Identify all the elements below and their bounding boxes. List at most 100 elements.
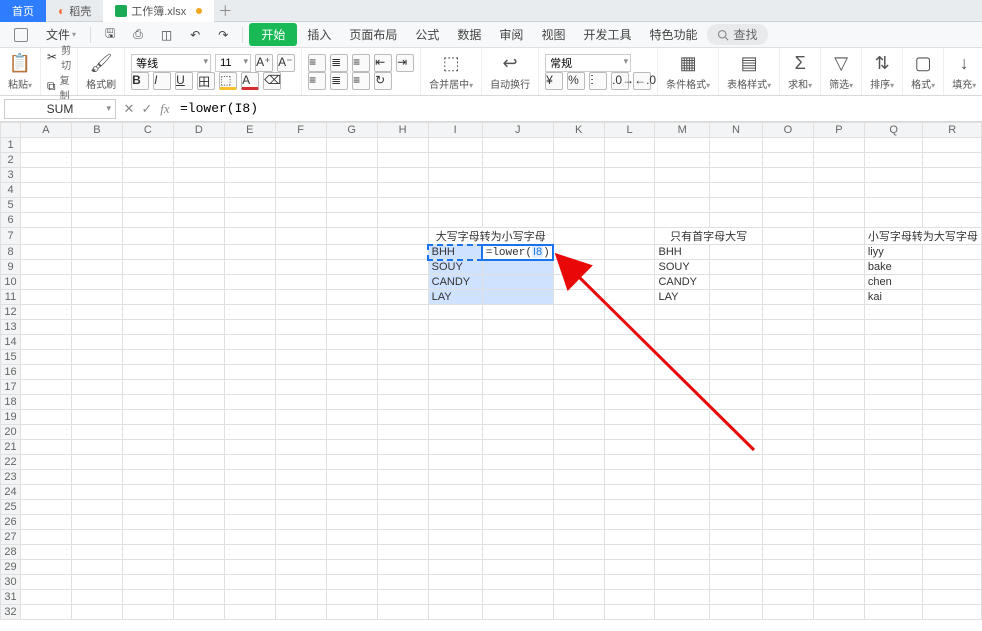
cell-Q5[interactable] (864, 198, 923, 213)
cell-Q28[interactable] (864, 545, 923, 560)
cell-L2[interactable] (604, 153, 655, 168)
cell-Q6[interactable] (864, 213, 923, 228)
cell-H19[interactable] (377, 410, 428, 425)
cell-J23[interactable] (482, 470, 553, 485)
cell-Q8[interactable]: liyy (864, 245, 923, 260)
cell-O9[interactable] (762, 260, 813, 275)
row-header-27[interactable]: 27 (1, 530, 21, 545)
row-header-31[interactable]: 31 (1, 590, 21, 605)
cell-B13[interactable] (71, 320, 122, 335)
row-header-19[interactable]: 19 (1, 410, 21, 425)
cell-E7[interactable] (224, 228, 275, 245)
cell-N22[interactable] (709, 455, 762, 470)
filter-button[interactable]: ▽ 筛选▾ (821, 48, 862, 95)
col-header-D[interactable]: D (173, 123, 224, 138)
cell-L10[interactable] (604, 275, 655, 290)
cell-C27[interactable] (122, 530, 173, 545)
cell-N12[interactable] (709, 305, 762, 320)
confirm-formula-icon[interactable]: ✓ (138, 101, 156, 117)
cell-R1[interactable] (923, 138, 982, 153)
cell-P30[interactable] (813, 575, 864, 590)
cell-N5[interactable] (709, 198, 762, 213)
cell-P22[interactable] (813, 455, 864, 470)
cell-R15[interactable] (923, 350, 982, 365)
clear-format-icon[interactable]: ⌫ (263, 72, 281, 90)
cell-D11[interactable] (173, 290, 224, 305)
cell-J25[interactable] (482, 500, 553, 515)
col-header-O[interactable]: O (762, 123, 813, 138)
cell-D27[interactable] (173, 530, 224, 545)
cell-F32[interactable] (275, 605, 326, 620)
row-header-32[interactable]: 32 (1, 605, 21, 620)
cell-O17[interactable] (762, 380, 813, 395)
cell-L27[interactable] (604, 530, 655, 545)
cell-D16[interactable] (173, 365, 224, 380)
cell-F17[interactable] (275, 380, 326, 395)
cell-E6[interactable] (224, 213, 275, 228)
cell-A18[interactable] (21, 395, 72, 410)
cell-P14[interactable] (813, 335, 864, 350)
cell-H9[interactable] (377, 260, 428, 275)
cell-H14[interactable] (377, 335, 428, 350)
cell-P31[interactable] (813, 590, 864, 605)
cell-G14[interactable] (326, 335, 377, 350)
cell-L12[interactable] (604, 305, 655, 320)
cell-M24[interactable] (655, 485, 710, 500)
cell-K17[interactable] (553, 380, 604, 395)
row-header-4[interactable]: 4 (1, 183, 21, 198)
cell-F27[interactable] (275, 530, 326, 545)
cell-H10[interactable] (377, 275, 428, 290)
cell-N13[interactable] (709, 320, 762, 335)
cell-Q30[interactable] (864, 575, 923, 590)
cell-M1[interactable] (655, 138, 710, 153)
cell-N26[interactable] (709, 515, 762, 530)
formula-input[interactable] (174, 101, 982, 116)
cell-G4[interactable] (326, 183, 377, 198)
cell-F11[interactable] (275, 290, 326, 305)
cell-D12[interactable] (173, 305, 224, 320)
qat-undo[interactable]: ↶ (182, 25, 208, 45)
col-header-E[interactable]: E (224, 123, 275, 138)
cell-A2[interactable] (21, 153, 72, 168)
cell-B25[interactable] (71, 500, 122, 515)
cut-button[interactable]: ✂剪切 (47, 42, 71, 72)
cell-P13[interactable] (813, 320, 864, 335)
sort-button[interactable]: ⇅ 排序▾ (862, 48, 903, 95)
cell-C7[interactable] (122, 228, 173, 245)
cell-B7[interactable] (71, 228, 122, 245)
cell-L4[interactable] (604, 183, 655, 198)
cell-F5[interactable] (275, 198, 326, 213)
row-header-23[interactable]: 23 (1, 470, 21, 485)
cell-I8[interactable]: BHH (428, 245, 482, 260)
qat-redo[interactable]: ↷ (210, 25, 236, 45)
font-size-input[interactable] (215, 54, 251, 72)
cell-K29[interactable] (553, 560, 604, 575)
cell-F2[interactable] (275, 153, 326, 168)
cell-L13[interactable] (604, 320, 655, 335)
cell-E5[interactable] (224, 198, 275, 213)
cell-H5[interactable] (377, 198, 428, 213)
cell-M23[interactable] (655, 470, 710, 485)
cell-R10[interactable] (923, 275, 982, 290)
cell-M4[interactable] (655, 183, 710, 198)
indent-increase-icon[interactable]: ⇥ (396, 54, 414, 72)
cell-R20[interactable] (923, 425, 982, 440)
cell-P15[interactable] (813, 350, 864, 365)
cell-B30[interactable] (71, 575, 122, 590)
col-header-A[interactable]: A (21, 123, 72, 138)
cell-C15[interactable] (122, 350, 173, 365)
cell-J29[interactable] (482, 560, 553, 575)
cell-D9[interactable] (173, 260, 224, 275)
cell-F10[interactable] (275, 275, 326, 290)
cell-K26[interactable] (553, 515, 604, 530)
cell-Q15[interactable] (864, 350, 923, 365)
cell-A14[interactable] (21, 335, 72, 350)
select-all-corner[interactable] (1, 123, 21, 138)
cell-F13[interactable] (275, 320, 326, 335)
cell-H12[interactable] (377, 305, 428, 320)
cell-G2[interactable] (326, 153, 377, 168)
cell-L32[interactable] (604, 605, 655, 620)
cell-N16[interactable] (709, 365, 762, 380)
cell-M28[interactable] (655, 545, 710, 560)
cell-L20[interactable] (604, 425, 655, 440)
